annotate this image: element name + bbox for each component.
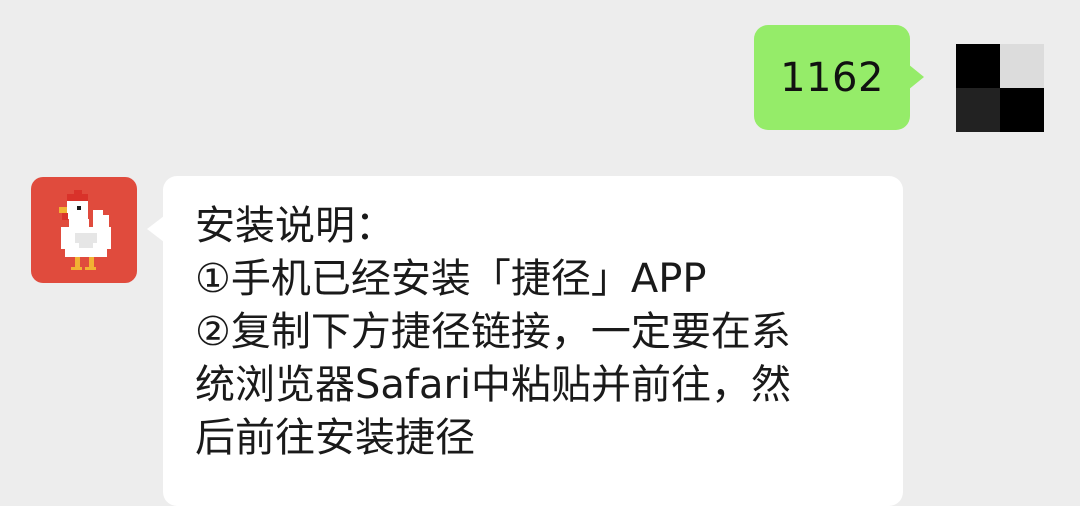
outgoing-message-text: 1162 — [780, 54, 884, 101]
incoming-bubble-tail — [147, 216, 164, 242]
outgoing-bubble-tail — [908, 64, 924, 90]
message-line: ①手机已经安装「捷径」APP — [195, 256, 707, 302]
contact-avatar[interactable] — [31, 177, 137, 283]
avatar-tile — [1000, 44, 1044, 88]
message-line: 安装说明： — [195, 203, 395, 249]
message-line: 后前往安装捷径 — [195, 415, 475, 461]
avatar-tile — [956, 88, 1000, 132]
chat-view: 1162 安装说明： ①手机已经安装「捷径」APP ②复制下方捷径链接，一定要在… — [0, 0, 1080, 506]
my-avatar[interactable] — [956, 44, 1044, 132]
message-line: 统浏览器Safari中粘贴并前往，然 — [195, 362, 792, 408]
message-line: ②复制下方捷径链接，一定要在系 — [195, 309, 791, 355]
outgoing-message-bubble[interactable]: 1162 — [754, 25, 910, 130]
incoming-message-bubble[interactable]: 安装说明： ①手机已经安装「捷径」APP ②复制下方捷径链接，一定要在系 统浏览… — [163, 176, 903, 506]
chicken-icon — [59, 190, 111, 270]
avatar-tile — [956, 44, 1000, 88]
avatar-tile — [1000, 88, 1044, 132]
